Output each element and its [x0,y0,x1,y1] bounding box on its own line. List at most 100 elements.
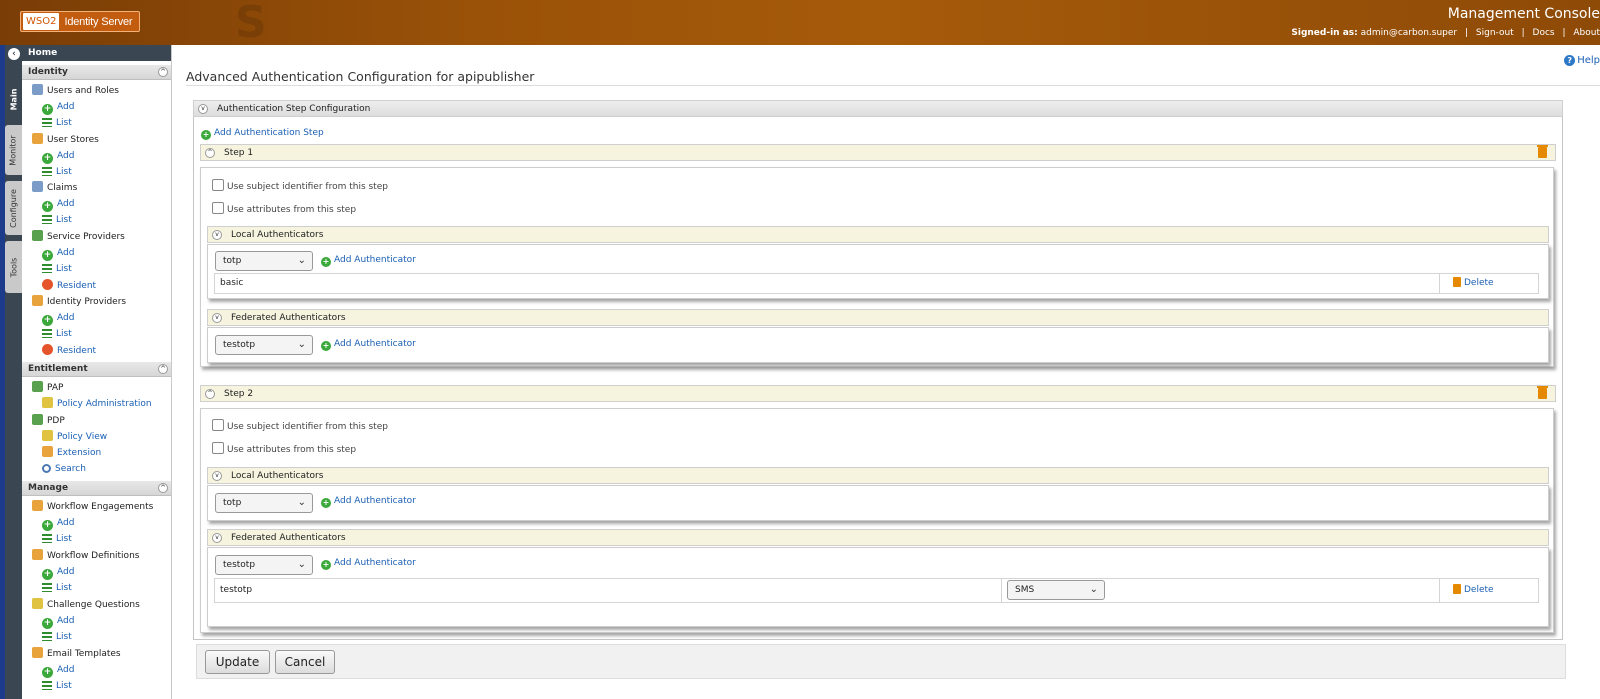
signout-link[interactable]: Sign-out [1476,28,1514,38]
step1-attributes-option[interactable]: Use attributes from this step [212,202,356,216]
step1-subject-option[interactable]: Use subject identifier from this step [212,179,388,193]
chevron-down-icon[interactable]: v [212,313,222,323]
menu-we-add[interactable]: + Add [22,515,171,531]
step2-subject-option[interactable]: Use subject identifier from this step [212,419,388,433]
about-link[interactable]: About [1573,28,1600,38]
step1-subject-checkbox[interactable] [212,179,224,191]
chevron-down-icon[interactable]: v [212,230,222,240]
step1-local-add-authenticator[interactable]: + Add Authenticator [321,255,416,267]
wso2-logo[interactable]: WSO2 Identity Server [20,11,140,32]
auth-step-config-header[interactable]: v Authentication Step Configuration [193,100,1563,117]
menu-cq-add[interactable]: + Add [22,613,171,629]
step2-attributes-checkbox[interactable] [212,442,224,454]
menu-workflow-definitions[interactable]: Workflow Definitions [22,548,171,564]
delete-step1-icon[interactable] [1537,145,1548,158]
menu-userstores-list[interactable]: List [22,164,171,180]
step2-fed-add-authenticator[interactable]: + Add Authenticator [321,558,416,570]
cancel-button[interactable]: Cancel [275,650,335,674]
menu-idp-list[interactable]: List [22,326,171,342]
step1-attributes-checkbox[interactable] [212,202,224,214]
update-button[interactable]: Update [205,650,270,674]
menu-pdp[interactable]: PDP [22,413,171,429]
list-icon [42,681,52,690]
section-identity-label: Identity [28,67,68,77]
menu-sp-list[interactable]: List [22,261,171,277]
chevron-down-icon[interactable]: v [212,533,222,543]
step2-attributes-option[interactable]: Use attributes from this step [212,442,356,456]
step2-fed-auth-select[interactable]: testotp ⌄ [215,555,313,575]
help-link[interactable]: ? Help [1564,55,1600,66]
section-identity[interactable]: Identity ^ [22,65,171,80]
menu-users-roles-label: Users and Roles [47,86,119,96]
collapse-up-icon[interactable]: ^ [158,483,168,493]
menu-claims-add[interactable]: + Add [22,196,171,212]
step2-local-add-authenticator[interactable]: + Add Authenticator [321,496,416,508]
chevron-down-icon[interactable]: v [198,104,208,114]
menu-email-templates[interactable]: Email Templates [22,646,171,662]
step2-local-auth-select[interactable]: totp ⌄ [215,493,313,513]
menu-idp-resident[interactable]: Resident [22,343,171,359]
menu-policy-view[interactable]: Policy View [22,429,171,445]
delete-step2-icon[interactable] [1537,386,1548,399]
menu-wd-list[interactable]: List [22,580,171,596]
menu-service-providers[interactable]: Service Providers [22,229,171,245]
collapse-up-icon[interactable]: ^ [158,67,168,77]
step2-fed-auth-header[interactable]: v Federated Authenticators [207,529,1549,546]
step1-header[interactable]: ^ Step 1 [200,144,1556,161]
docs-link[interactable]: Docs [1533,28,1555,38]
step1-fed-add-authenticator[interactable]: + Add Authenticator [321,339,416,351]
tab-main[interactable]: Main [5,75,22,123]
menu-sp-add[interactable]: + Add [22,245,171,261]
menu-list-label: List [56,583,72,593]
menu-we-list[interactable]: List [22,531,171,547]
menu-et-add[interactable]: + Add [22,662,171,678]
tab-tools[interactable]: Tools [5,241,22,293]
step2-local-auth-header[interactable]: v Local Authenticators [207,467,1549,484]
menu-workflow-engagements[interactable]: Workflow Engagements [22,499,171,515]
menu-search[interactable]: Search [22,461,171,477]
delete-label: Delete [1464,278,1494,288]
add-auth-step-link[interactable]: + Add Authentication Step [201,128,324,140]
chevron-up-icon[interactable]: ^ [205,148,215,158]
chevron-up-icon[interactable]: ^ [205,389,215,399]
delete-authenticator-button[interactable]: Delete [1439,274,1538,293]
logo-product: Identity Server [64,15,133,28]
menu-sp-resident[interactable]: Resident [22,278,171,294]
menu-user-stores[interactable]: User Stores [22,132,171,148]
delete-authenticator-button[interactable]: Delete [1439,579,1538,602]
tab-monitor[interactable]: Monitor [5,125,22,175]
step2-header[interactable]: ^ Step 2 [200,385,1556,402]
step1-fed-auth-select[interactable]: testotp ⌄ [215,335,313,355]
sidebar-home[interactable]: Home [22,45,171,61]
menu-users-list[interactable]: List [22,115,171,131]
step1-fed-auth-header[interactable]: v Federated Authenticators [207,309,1549,326]
step1-local-auth-select[interactable]: totp ⌄ [215,251,313,271]
menu-userstores-add[interactable]: + Add [22,148,171,164]
menu-users-roles[interactable]: Users and Roles [22,83,171,99]
menu-extension[interactable]: Extension [22,445,171,461]
menu-challenge-questions[interactable]: Challenge Questions [22,597,171,613]
chevron-down-icon[interactable]: v [212,471,222,481]
cell-divider [1001,579,1002,602]
menu-idp-add[interactable]: + Add [22,310,171,326]
menu-wd-add[interactable]: + Add [22,564,171,580]
menu-pap[interactable]: PAP [22,380,171,396]
auth-step-config-label: Authentication Step Configuration [217,104,371,114]
collapse-menu-icon[interactable]: ‹ [8,48,20,60]
collapse-up-icon[interactable]: ^ [158,364,168,374]
menu-claims[interactable]: Claims [22,180,171,196]
menu-claims-list[interactable]: List [22,212,171,228]
menu-users-add[interactable]: + Add [22,99,171,115]
policy-icon [42,397,53,408]
menu-policy-admin[interactable]: Policy Administration [22,396,171,412]
tab-configure[interactable]: Configure [5,181,22,235]
step2-subject-checkbox[interactable] [212,419,224,431]
section-manage[interactable]: Manage ^ [22,481,171,496]
step1-local-auth-header[interactable]: v Local Authenticators [207,226,1549,243]
menu-pap-label: PAP [47,383,64,393]
menu-cq-list[interactable]: List [22,629,171,645]
section-entitlement[interactable]: Entitlement ^ [22,362,171,377]
menu-identity-providers[interactable]: Identity Providers [22,294,171,310]
menu-et-list[interactable]: List [22,678,171,694]
step2-fed-option-select[interactable]: SMS ⌄ [1007,580,1105,600]
